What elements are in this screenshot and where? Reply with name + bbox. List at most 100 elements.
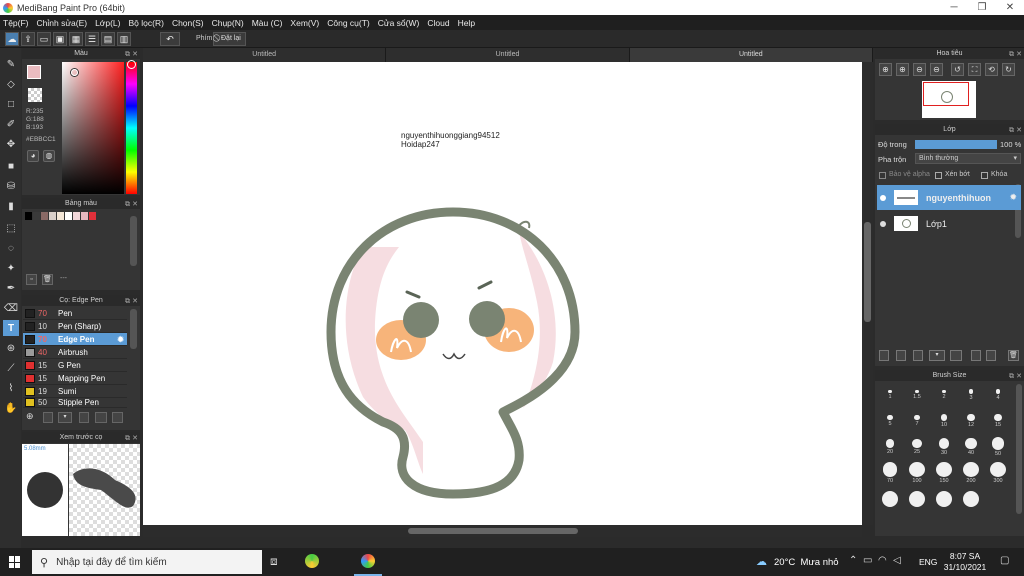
language-indicator[interactable]: ENG (919, 557, 937, 567)
panel-float-icon[interactable]: ⧉ (1009, 371, 1014, 382)
palette-scrollbar[interactable] (130, 216, 137, 266)
delete-layer-icon[interactable]: 🗑 (1008, 350, 1019, 361)
upload-icon[interactable]: ⇪ (21, 32, 35, 46)
brush-item-edge-pen[interactable]: 70 Edge Pen ✹ (23, 333, 127, 346)
palette-swatch[interactable] (49, 212, 56, 220)
panel-close-icon[interactable]: ✕ (1016, 125, 1022, 136)
vertical-scroll-thumb[interactable] (864, 222, 871, 322)
select-pen-tool-icon[interactable]: ✒ (3, 280, 19, 296)
brush-size-option[interactable]: 5 (877, 410, 903, 432)
visibility-eye-icon[interactable] (880, 194, 886, 201)
divide-tool-icon[interactable]: ⟋ (3, 360, 19, 376)
lock-checkbox[interactable] (981, 172, 988, 179)
brush-item-pen-sharp[interactable]: 10 Pen (Sharp) (23, 320, 127, 333)
brush-size-option[interactable]: 300 (985, 462, 1011, 484)
brush-size-option[interactable]: 2 (931, 384, 957, 406)
minimize-button[interactable]: ─ (940, 0, 968, 15)
comment-icon[interactable]: ▭ (37, 32, 51, 46)
layer-row-text[interactable]: nguyenthihuon ✹ (877, 185, 1021, 210)
tab-untitled-2[interactable]: Untitled (386, 48, 630, 62)
brush-tool-icon[interactable]: ✎ (3, 56, 19, 72)
network-icon[interactable]: ▭ (863, 555, 872, 566)
brush-size-option[interactable]: 200 (958, 462, 984, 484)
undo-icon[interactable]: ↶ (160, 32, 180, 46)
menu-filter[interactable]: Bộ lọc(R) (129, 18, 164, 28)
windows-start-icon[interactable] (9, 556, 21, 568)
cloud-icon[interactable]: ☁ (5, 32, 19, 46)
brush-size-option[interactable]: 1.5 (904, 384, 930, 406)
select-eraser-tool-icon[interactable]: ⌫ (3, 300, 19, 316)
task-view-icon[interactable]: ⧈ (270, 554, 278, 569)
brush-settings-icon[interactable] (79, 412, 89, 423)
protect-alpha-checkbox[interactable] (879, 172, 886, 179)
visibility-eye-icon[interactable] (880, 220, 886, 227)
brush-size-option[interactable]: 25 (904, 436, 930, 458)
brush-item-g-pen[interactable]: 15 G Pen (23, 359, 127, 372)
brush-size-option[interactable]: 150 (931, 462, 957, 484)
menu-layer[interactable]: Lớp(L) (95, 18, 120, 28)
brush-size-option[interactable]: 15 (985, 410, 1011, 432)
panel-float-icon[interactable]: ⧉ (1009, 125, 1014, 136)
restore-button[interactable]: ❐ (968, 0, 996, 15)
brush-size-option[interactable] (877, 488, 903, 510)
grid-icon[interactable]: ▦ (69, 32, 83, 46)
navigator-thumbnail[interactable] (922, 81, 976, 118)
menu-tools[interactable]: Công cụ(T) (327, 18, 370, 28)
canvas-vertical-scrollbar[interactable] (862, 62, 873, 525)
fill-shape-tool-icon[interactable]: ■ (3, 158, 19, 174)
notification-icon[interactable]: ▢ (1000, 555, 1009, 566)
volume-icon[interactable]: ◁ (893, 555, 901, 566)
brush-copy-icon[interactable] (112, 412, 123, 423)
brush-size-option[interactable] (904, 488, 930, 510)
panel-close-icon[interactable]: ✕ (132, 49, 138, 60)
canvas-horizontal-scrollbar[interactable] (143, 525, 862, 537)
drawing-canvas[interactable]: nguyenthihuonggiang94512 Hoidap247 (143, 62, 862, 525)
brush-size-option[interactable]: 3 (958, 384, 984, 406)
horizontal-scroll-thumb[interactable] (408, 528, 578, 534)
duplicate-layer-icon[interactable] (971, 350, 981, 361)
taskbar-clock[interactable]: 8:07 SA 31/10/2021 (942, 551, 988, 573)
zoom-in-alt-icon[interactable]: ⊕ (896, 63, 909, 76)
panel-close-icon[interactable]: ✕ (1016, 49, 1022, 60)
palette-swatch[interactable] (73, 212, 80, 220)
brush-list-scrollbar[interactable] (130, 309, 137, 349)
tab-untitled-1[interactable]: Untitled (143, 48, 387, 62)
menu-help[interactable]: Help (458, 18, 475, 28)
menu-snap[interactable]: Chụp(N) (212, 18, 244, 28)
brush-size-option[interactable]: 40 (958, 436, 984, 458)
brush-size-option[interactable]: 50 (985, 436, 1011, 458)
brush-item-stipple-pen[interactable]: 50 Stipple Pen (23, 398, 127, 408)
layer-menu-icon[interactable]: ▾ (929, 350, 945, 361)
new-layer-icon[interactable] (879, 350, 889, 361)
foreground-color-swatch[interactable] (27, 65, 41, 79)
operation-tool-icon[interactable]: ⊛ (3, 340, 19, 356)
brush-menu-icon[interactable]: ▾ (58, 412, 72, 423)
brush-size-option[interactable]: 4 (985, 384, 1011, 406)
menu-file[interactable]: Tệp(F) (3, 18, 29, 28)
panel-float-icon[interactable]: ⧉ (125, 49, 130, 60)
menu-color[interactable]: Màu (C) (252, 18, 283, 28)
palette-swatch[interactable] (57, 212, 64, 220)
menu-edit[interactable]: Chỉnh sửa(E) (37, 18, 88, 28)
rotate-right-icon[interactable]: ↻ (1002, 63, 1015, 76)
new-brush-icon[interactable] (43, 412, 53, 423)
gradient-tool-icon[interactable]: ▮ (3, 198, 19, 214)
select-tool-icon[interactable]: ⬚ (3, 220, 19, 236)
layer-row-layer1[interactable]: Lớp1 (877, 211, 1021, 236)
brush-size-option[interactable]: 12 (958, 410, 984, 432)
brush-size-option[interactable]: 70 (877, 462, 903, 484)
panel-float-icon[interactable]: ⧉ (125, 433, 130, 444)
merge-layer-icon[interactable] (986, 350, 996, 361)
delete-palette-icon[interactable]: 🗑 (42, 274, 53, 285)
palette-swatch[interactable] (65, 212, 72, 220)
close-button[interactable]: ✕ (996, 0, 1024, 15)
hue-slider[interactable] (126, 62, 137, 194)
table-icon[interactable]: ▤ (101, 32, 115, 46)
brush-folder-icon[interactable] (95, 412, 107, 423)
menu-window[interactable]: Cửa sổ(W) (378, 18, 420, 28)
reset-snap-button[interactable]: ⃠ Đặt lại (213, 32, 246, 46)
brush-size-option[interactable] (958, 488, 984, 510)
menu-view[interactable]: Xem(V) (290, 18, 319, 28)
menu-cloud[interactable]: Cloud (427, 18, 449, 28)
hue-slider-handle[interactable] (127, 60, 136, 69)
